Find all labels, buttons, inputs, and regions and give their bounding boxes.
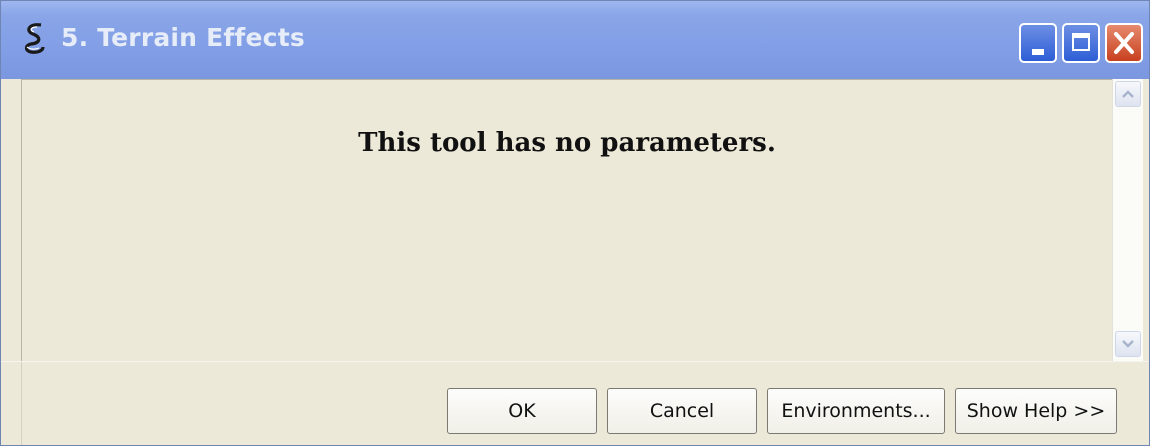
environments-button[interactable]: Environments... xyxy=(767,388,945,434)
vertical-scrollbar[interactable] xyxy=(1112,79,1143,361)
scroll-up-arrow-icon xyxy=(1122,90,1134,98)
window-title: 5. Terrain Effects xyxy=(61,23,305,52)
minimize-icon xyxy=(1032,49,1044,55)
close-icon xyxy=(1114,32,1134,54)
ok-button[interactable]: OK xyxy=(447,388,597,434)
close-button[interactable] xyxy=(1105,23,1143,63)
toolbox-script-icon xyxy=(24,23,45,54)
maximize-button[interactable] xyxy=(1062,23,1100,63)
scroll-down-arrow-icon xyxy=(1122,340,1134,348)
footer-divider xyxy=(21,362,22,445)
scroll-down-button[interactable] xyxy=(1115,331,1141,357)
no-parameters-message: This tool has no parameters. xyxy=(358,128,776,158)
scroll-up-button[interactable] xyxy=(1115,81,1141,107)
dialog-footer: OK Cancel Environments... Show Help >> xyxy=(1,361,1149,445)
show-help-button[interactable]: Show Help >> xyxy=(955,388,1117,434)
maximize-icon xyxy=(1072,33,1090,51)
parameters-panel: This tool has no parameters. xyxy=(21,79,1112,362)
cancel-button[interactable]: Cancel xyxy=(607,388,757,434)
title-bar[interactable]: 5. Terrain Effects xyxy=(1,1,1149,79)
tool-dialog-window: 5. Terrain Effects This tool has no para… xyxy=(0,0,1150,446)
minimize-button[interactable] xyxy=(1019,23,1057,63)
